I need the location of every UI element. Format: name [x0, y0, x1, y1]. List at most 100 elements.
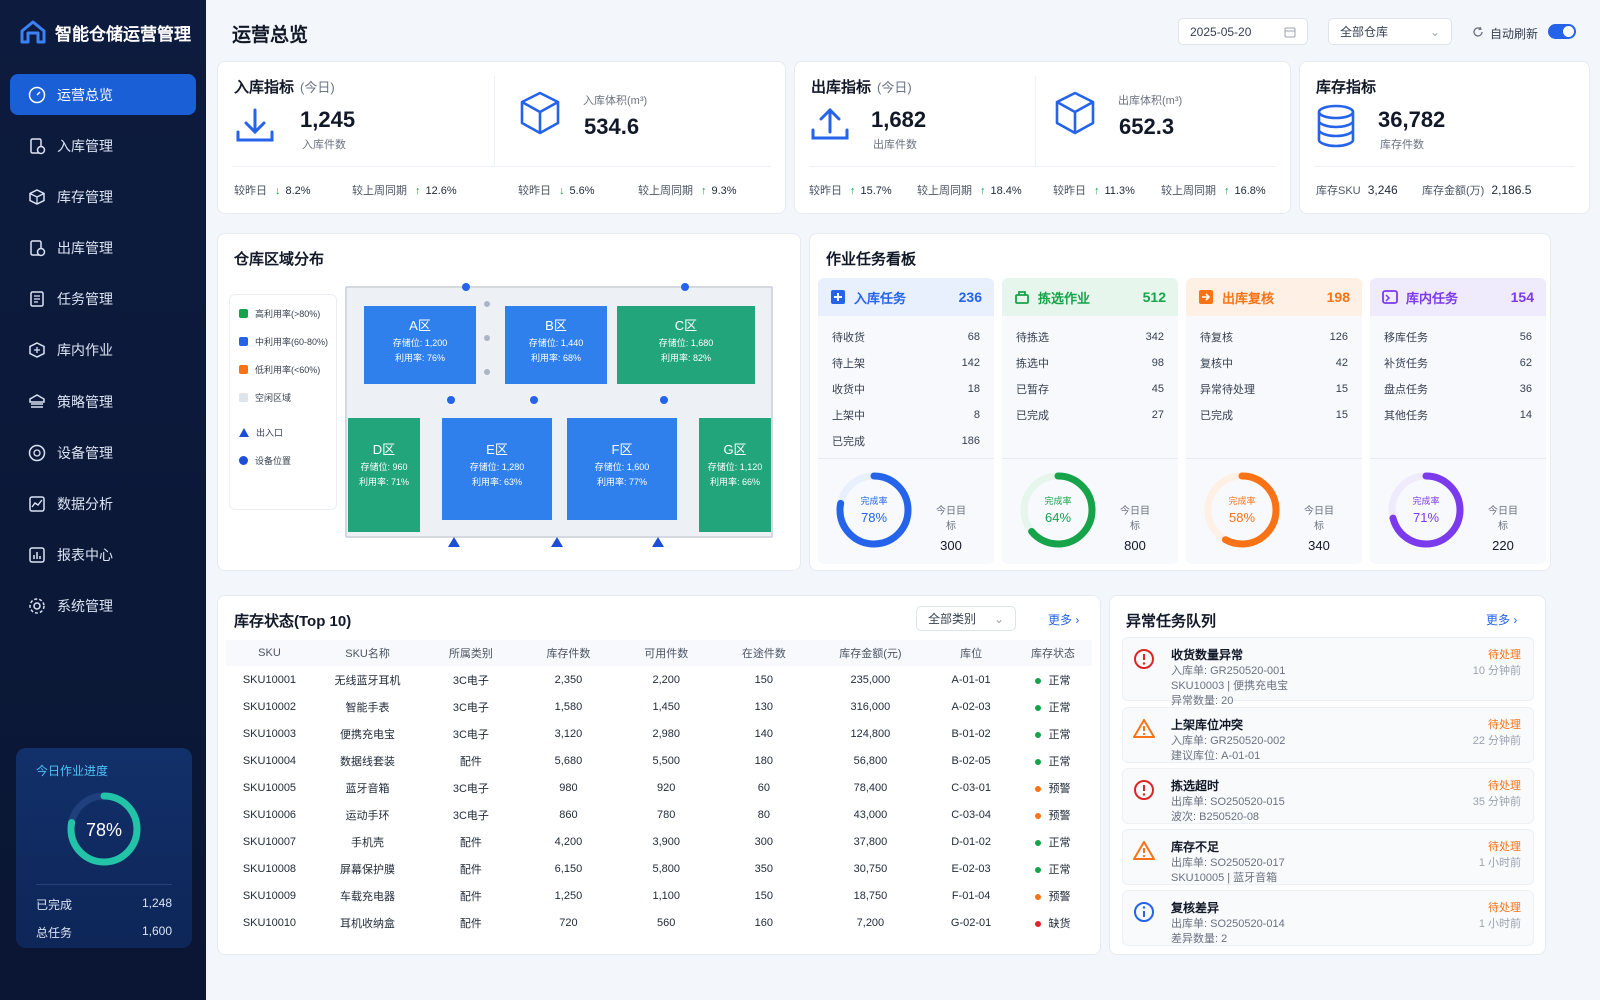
inventory-box-icon: [29, 189, 45, 205]
task-column-1[interactable]: 拣选作业 512 待拣选 342 拣选中 98 已暂存 45 已完成 27 完成率 64% 今日目标 80…: [1002, 278, 1178, 564]
alert-time: 1 小时前: [1478, 918, 1521, 930]
task-column-2[interactable]: 出库复核 198 待复核 126 复核中 42 异常待处理 15 已完成 15 完成率 58% 今日目标…: [1186, 278, 1362, 564]
plus-square-icon: [831, 290, 845, 304]
progress-donut: 78%: [67, 792, 141, 866]
sidebar-item-9[interactable]: 报表中心: [10, 535, 196, 576]
sidebar-item-5[interactable]: 库内作业: [10, 330, 196, 371]
refresh-icon[interactable]: [1472, 26, 1484, 38]
table-cell: 预警: [1014, 801, 1092, 828]
column-header[interactable]: 库位: [928, 640, 1014, 666]
table-cell: 150: [754, 673, 774, 686]
warehouse-select[interactable]: 全部仓库 ⌄: [1328, 18, 1452, 45]
table-cell: 18,750: [853, 889, 888, 902]
category-filter[interactable]: 全部类别 ⌄: [916, 606, 1016, 631]
device-dot-icon[interactable]: [681, 283, 689, 291]
sidebar-item-2[interactable]: 库存管理: [10, 176, 196, 217]
task-column-3[interactable]: 库内任务 154 移库任务 56 补货任务 62 盘点任务 36 其他任务 14 完成率 71% 今日目…: [1370, 278, 1546, 564]
entrance-triangle-icon[interactable]: [551, 537, 563, 547]
sidebar-item-7[interactable]: 设备管理: [10, 432, 196, 473]
table-cell: 3C电子: [452, 728, 489, 741]
alert-status[interactable]: 待处理: [1488, 777, 1521, 793]
device-dot-icon[interactable]: [530, 396, 538, 404]
alert-time: 22 分钟前: [1472, 735, 1521, 747]
entrance-triangle-icon[interactable]: [448, 537, 460, 547]
column-header[interactable]: 库存件数: [519, 640, 618, 666]
table-cell: 350: [754, 862, 774, 875]
zone-5[interactable]: F区 存储位: 1,600 利用率: 77%: [567, 418, 677, 520]
sidebar-item-label: 报表中心: [57, 547, 113, 564]
table-cell: 3,120: [554, 727, 583, 740]
device-dot-icon[interactable]: [484, 335, 490, 341]
table-row[interactable]: SKU10002 智能手表 3C电子 1,580 1,450 130 316,000 A-02…: [226, 693, 1092, 720]
column-header[interactable]: SKU: [226, 640, 313, 666]
map-legend: 高利用率(>80%) 中利用率(60-80%) 低利用率(<60%) 空闲区域 …: [229, 294, 337, 510]
sidebar-item-10[interactable]: 系统管理: [10, 586, 196, 627]
zone-2[interactable]: C区 存储位: 1,680 利用率: 82%: [617, 306, 755, 384]
table-cell: 78,400: [853, 781, 888, 794]
table-cell: E-02-03: [951, 862, 991, 875]
auto-refresh-toggle[interactable]: [1548, 24, 1576, 39]
table-row[interactable]: SKU10009 车载充电器 配件 1,250 1,100 150 18,750 F-01-0…: [226, 882, 1092, 909]
column-header[interactable]: SKU名称: [312, 640, 423, 666]
app-title: 智能仓储运营管理: [55, 24, 191, 44]
alert-item[interactable]: 上架库位冲突 入库单: GR250520-002 建议库位: A-01-01 待处理 2…: [1122, 707, 1534, 763]
task-row-value: 42: [1335, 357, 1348, 369]
topbar: 运营总览 2025-05-20 全部仓库 ⌄ 自动刷新: [206, 0, 1600, 62]
alert-status[interactable]: 待处理: [1488, 646, 1521, 662]
task-row: 待上架 142: [818, 350, 994, 376]
alert-item[interactable]: 库存不足 出库单: SO250520-017 SKU10005 | 蓝牙音箱 待处理 1…: [1122, 829, 1534, 885]
table-cell: 车载充电器: [340, 890, 396, 903]
zone-4[interactable]: E区 存储位: 1,280 利用率: 63%: [442, 418, 552, 520]
alert-item[interactable]: 拣选超时 出库单: SO250520-015 波次: B250520-08 待处理 35…: [1122, 768, 1534, 824]
table-row[interactable]: SKU10005 蓝牙音箱 3C电子 980 920 60 78,400 C-03-01 预警: [226, 774, 1092, 801]
device-dot-icon[interactable]: [484, 369, 490, 375]
table-row[interactable]: SKU10008 屏幕保护膜 配件 6,150 5,800 350 30,750 E-02-0…: [226, 855, 1092, 882]
cube-icon: [1055, 91, 1095, 135]
alert-title: 复核差异: [1171, 901, 1220, 915]
analytics-icon: [29, 496, 45, 512]
column-header[interactable]: 库存状态: [1013, 640, 1092, 666]
column-header[interactable]: 库存金额(元): [812, 640, 929, 666]
column-header[interactable]: 在途件数: [715, 640, 813, 666]
sidebar-item-6[interactable]: 策略管理: [10, 381, 196, 422]
zone-name: F区: [611, 442, 633, 457]
inventory-more-link[interactable]: 更多 ›: [1048, 611, 1079, 628]
goal-label: 今日目标: [1488, 506, 1518, 532]
table-cell: 180: [754, 754, 774, 767]
column-header[interactable]: 所属类别: [422, 640, 520, 666]
alert-item[interactable]: 收货数量异常 入库单: GR250520-001 SKU10003 | 便携充电宝异…: [1122, 637, 1534, 707]
device-dot-icon[interactable]: [447, 396, 455, 404]
zone-1[interactable]: B区 存储位: 1,440 利用率: 68%: [505, 306, 607, 384]
date-picker[interactable]: 2025-05-20: [1178, 18, 1308, 45]
alert-status[interactable]: 待处理: [1488, 716, 1521, 732]
sidebar-item-0[interactable]: 运营总览: [10, 74, 196, 115]
table-row[interactable]: SKU10003 便携充电宝 3C电子 3,120 2,980 140 124,800 B-0…: [226, 720, 1092, 747]
task-row-label: 待复核: [1200, 332, 1233, 344]
brand[interactable]: 智能仓储运营管理: [0, 0, 206, 64]
table-row[interactable]: SKU10010 耳机收纳盒 配件 720 560 160 7,200 G-02-01 缺货: [226, 909, 1092, 936]
table-row[interactable]: SKU10007 手机壳 配件 4,200 3,900 300 37,800 D-01-02 正…: [226, 828, 1092, 855]
sidebar-item-3[interactable]: 出库管理: [10, 228, 196, 269]
sidebar-item-1[interactable]: 入库管理: [10, 125, 196, 166]
alert-item[interactable]: 复核差异 出库单: SO250520-014 差异数量: 2 待处理 1 小时前: [1122, 890, 1534, 946]
column-header[interactable]: 可用件数: [617, 640, 716, 666]
alert-more-link[interactable]: 更多 ›: [1486, 611, 1517, 628]
table-cell: 预警: [1014, 774, 1092, 801]
table-row[interactable]: SKU10004 数据线套装 配件 5,680 5,500 180 56,800 B-02-0…: [226, 747, 1092, 774]
table-row[interactable]: SKU10001 无线蓝牙耳机 3C电子 2,350 2,200 150 235,000 A-…: [226, 666, 1092, 693]
warehouse-map-card: 仓库区域分布 高利用率(>80%) 中利用率(60-80%) 低利用率(<60%…: [217, 233, 801, 571]
entrance-triangle-icon[interactable]: [652, 537, 664, 547]
task-row-value: 186: [961, 435, 980, 447]
zone-6[interactable]: G区 存储位: 1,120 利用率: 66%: [699, 418, 771, 532]
sidebar-item-8[interactable]: 数据分析: [10, 484, 196, 525]
device-dot-icon[interactable]: [660, 396, 668, 404]
zone-0[interactable]: A区 存储位: 1,200 利用率: 76%: [364, 306, 476, 384]
table-row[interactable]: SKU10006 运动手环 3C电子 860 780 80 43,000 C-03-04 预警: [226, 801, 1092, 828]
device-dot-icon[interactable]: [462, 283, 470, 291]
alert-status[interactable]: 待处理: [1488, 899, 1521, 915]
sidebar-item-4[interactable]: 任务管理: [10, 279, 196, 320]
task-column-0[interactable]: 入库任务 236 待收货 68 待上架 142 收货中 18 上架中 8 已完成 186 完成率 78% 今…: [818, 278, 994, 564]
device-dot-icon[interactable]: [484, 301, 490, 307]
zone-3[interactable]: D区 存储位: 960 利用率: 71%: [348, 418, 420, 532]
alert-status[interactable]: 待处理: [1488, 838, 1521, 854]
